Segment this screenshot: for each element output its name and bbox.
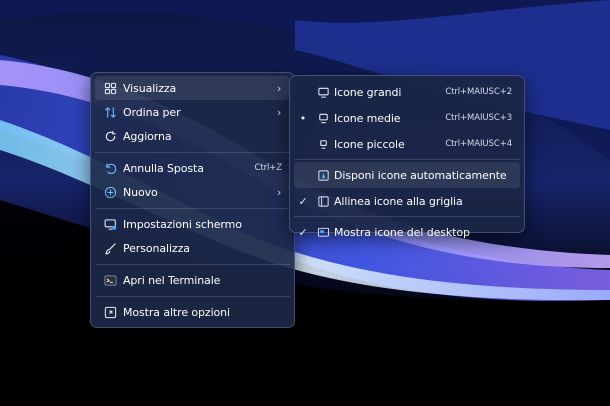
menu-separator (294, 216, 520, 217)
more-options-icon (97, 306, 123, 319)
menu-item-shortcut: Ctrl+MAIUSC+2 (445, 87, 512, 97)
menu-item-annulla-sposta[interactable]: Annulla Sposta Ctrl+Z (95, 156, 290, 180)
menu-item-shortcut: Ctrl+Z (254, 163, 283, 173)
monitor-small-icon (312, 138, 334, 151)
menu-item-label: Mostra icone del desktop (334, 225, 470, 239)
chevron-right-icon: › (276, 81, 282, 95)
check-icon: ✓ (298, 225, 308, 239)
terminal-icon (97, 274, 123, 287)
menu-item-label: Icone grandi (334, 85, 402, 99)
menu-item-label: Visualizza (123, 81, 177, 95)
submenu-item-mostra-icone-desktop[interactable]: ✓ Mostra icone del desktop (294, 219, 520, 245)
sort-icon (97, 106, 123, 119)
new-plus-icon (97, 186, 123, 199)
menu-item-personalizza[interactable]: Personalizza (95, 236, 290, 260)
menu-item-label: Icone medie (334, 111, 401, 125)
menu-item-label: Mostra altre opzioni (123, 305, 230, 319)
menu-item-label: Ordina per (123, 105, 181, 119)
monitor-medium-icon (312, 112, 334, 125)
menu-item-shortcut: Ctrl+MAIUSC+4 (445, 139, 512, 149)
display-settings-icon (97, 218, 123, 231)
selected-bullet-icon: • (299, 111, 307, 125)
menu-item-label: Disponi icone automaticamente (334, 168, 507, 182)
submenu-item-icone-medie[interactable]: • Icone medie Ctrl+MAIUSC+3 (294, 105, 520, 131)
submenu-item-disponi-automaticamente[interactable]: Disponi icone automaticamente (294, 162, 520, 188)
show-desktop-icon (312, 226, 334, 239)
menu-item-label: Impostazioni schermo (123, 217, 242, 231)
menu-item-impostazioni-schermo[interactable]: Impostazioni schermo (95, 212, 290, 236)
auto-arrange-icon (312, 169, 334, 182)
menu-separator (95, 263, 290, 265)
menu-item-label: Annulla Sposta (123, 161, 204, 175)
grid-icon (97, 82, 123, 95)
menu-item-label: Apri nel Terminale (123, 273, 221, 287)
menu-item-ordina-per[interactable]: Ordina per › (95, 100, 290, 124)
chevron-right-icon: › (276, 185, 282, 199)
menu-item-shortcut: Ctrl+MAIUSC+3 (445, 113, 512, 123)
brush-icon (97, 242, 123, 255)
menu-item-label: Icone piccole (334, 137, 405, 151)
submenu-item-icone-piccole[interactable]: Icone piccole Ctrl+MAIUSC+4 (294, 131, 520, 157)
menu-item-label: Personalizza (123, 241, 190, 255)
refresh-icon (97, 130, 123, 143)
menu-separator (95, 295, 290, 297)
submenu-item-allinea-griglia[interactable]: ✓ Allinea icone alla griglia (294, 188, 520, 214)
menu-item-label: Nuovo (123, 185, 158, 199)
menu-item-label: Allinea icone alla griglia (334, 194, 463, 208)
chevron-right-icon: › (276, 105, 282, 119)
menu-item-apri-terminale[interactable]: Apri nel Terminale (95, 268, 290, 292)
menu-separator (95, 151, 290, 153)
desktop-context-menu: Visualizza › Ordina per › Aggiorna Annul… (90, 72, 295, 328)
submenu-item-icone-grandi[interactable]: Icone grandi Ctrl+MAIUSC+2 (294, 79, 520, 105)
monitor-large-icon (312, 86, 334, 99)
visualizza-submenu: Icone grandi Ctrl+MAIUSC+2 • Icone medie… (289, 75, 525, 239)
menu-item-aggiorna[interactable]: Aggiorna (95, 124, 290, 148)
menu-separator (95, 207, 290, 209)
menu-item-nuovo[interactable]: Nuovo › (95, 180, 290, 204)
menu-item-label: Aggiorna (123, 129, 172, 143)
align-grid-icon (312, 195, 334, 208)
menu-item-visualizza[interactable]: Visualizza › (95, 76, 290, 100)
check-icon: ✓ (298, 194, 308, 208)
menu-item-mostra-altre-opzioni[interactable]: Mostra altre opzioni (95, 300, 290, 324)
menu-separator (294, 159, 520, 160)
undo-icon (97, 162, 123, 175)
